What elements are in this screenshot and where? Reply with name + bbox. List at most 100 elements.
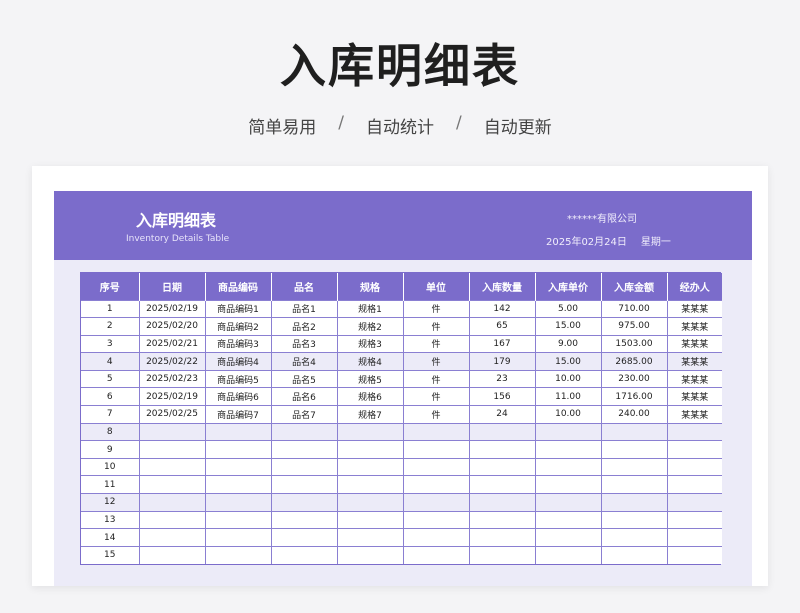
table-cell[interactable]: 件 [402, 387, 469, 406]
table-cell[interactable] [402, 457, 469, 476]
table-cell[interactable]: 品名7 [270, 405, 337, 424]
table-cell[interactable] [204, 510, 271, 529]
table-cell[interactable]: 10.00 [534, 405, 601, 424]
table-cell[interactable]: 9 [81, 440, 139, 459]
table-cell[interactable] [204, 475, 271, 494]
table-cell[interactable] [402, 422, 469, 441]
table-cell[interactable]: 975.00 [600, 317, 667, 336]
table-cell[interactable] [138, 422, 205, 441]
table-cell[interactable] [270, 510, 337, 529]
table-cell[interactable] [468, 457, 535, 476]
table-cell[interactable] [666, 440, 722, 459]
table-cell[interactable]: 商品编码6 [204, 387, 271, 406]
table-cell[interactable]: 品名4 [270, 352, 337, 371]
table-cell[interactable] [336, 545, 403, 564]
table-cell[interactable]: 2025/02/21 [138, 334, 205, 353]
table-cell[interactable] [600, 545, 667, 564]
table-cell[interactable]: 商品编码1 [204, 299, 271, 318]
table-cell[interactable]: 规格7 [336, 405, 403, 424]
table-cell[interactable] [468, 422, 535, 441]
table-cell[interactable] [270, 545, 337, 564]
table-cell[interactable] [138, 475, 205, 494]
table-cell[interactable]: 规格4 [336, 352, 403, 371]
table-cell[interactable]: 5.00 [534, 299, 601, 318]
table-cell[interactable]: 15.00 [534, 352, 601, 371]
table-cell[interactable] [600, 528, 667, 547]
table-cell[interactable]: 6 [81, 387, 139, 406]
table-cell[interactable] [336, 528, 403, 547]
table-cell[interactable]: 9.00 [534, 334, 601, 353]
table-cell[interactable] [666, 457, 722, 476]
table-cell[interactable] [534, 493, 601, 512]
table-cell[interactable]: 某某某 [666, 369, 722, 388]
table-cell[interactable] [534, 457, 601, 476]
table-cell[interactable] [468, 545, 535, 564]
table-cell[interactable]: 2025/02/19 [138, 387, 205, 406]
table-cell[interactable]: 8 [81, 422, 139, 441]
table-cell[interactable]: 件 [402, 369, 469, 388]
table-cell[interactable]: 品名1 [270, 299, 337, 318]
table-cell[interactable]: 2 [81, 317, 139, 336]
table-cell[interactable]: 规格3 [336, 334, 403, 353]
table-cell[interactable] [534, 440, 601, 459]
table-cell[interactable] [600, 510, 667, 529]
table-cell[interactable]: 11.00 [534, 387, 601, 406]
table-cell[interactable] [534, 475, 601, 494]
table-cell[interactable] [468, 528, 535, 547]
table-cell[interactable] [600, 457, 667, 476]
table-cell[interactable] [402, 545, 469, 564]
table-cell[interactable] [270, 440, 337, 459]
table-cell[interactable]: 24 [468, 405, 535, 424]
table-cell[interactable]: 某某某 [666, 317, 722, 336]
table-cell[interactable]: 156 [468, 387, 535, 406]
table-cell[interactable] [138, 510, 205, 529]
table-cell[interactable] [666, 528, 722, 547]
table-cell[interactable] [402, 475, 469, 494]
table-cell[interactable]: 品名5 [270, 369, 337, 388]
table-cell[interactable] [204, 493, 271, 512]
table-cell[interactable]: 7 [81, 405, 139, 424]
table-cell[interactable]: 品名2 [270, 317, 337, 336]
table-cell[interactable] [468, 510, 535, 529]
table-cell[interactable] [402, 510, 469, 529]
table-cell[interactable] [336, 440, 403, 459]
table-cell[interactable] [666, 493, 722, 512]
table-cell[interactable] [204, 545, 271, 564]
table-cell[interactable]: 品名6 [270, 387, 337, 406]
table-cell[interactable]: 某某某 [666, 387, 722, 406]
table-cell[interactable]: 商品编码4 [204, 352, 271, 371]
table-cell[interactable] [336, 422, 403, 441]
table-cell[interactable] [204, 528, 271, 547]
table-cell[interactable] [204, 457, 271, 476]
table-cell[interactable]: 23 [468, 369, 535, 388]
table-cell[interactable] [336, 475, 403, 494]
table-cell[interactable]: 2025/02/23 [138, 369, 205, 388]
table-cell[interactable] [204, 440, 271, 459]
table-cell[interactable]: 4 [81, 352, 139, 371]
table-cell[interactable]: 某某某 [666, 352, 722, 371]
table-cell[interactable]: 12 [81, 493, 139, 512]
table-cell[interactable] [666, 422, 722, 441]
table-cell[interactable]: 142 [468, 299, 535, 318]
table-cell[interactable]: 15 [81, 545, 139, 564]
table-cell[interactable] [402, 493, 469, 512]
table-cell[interactable]: 14 [81, 528, 139, 547]
table-cell[interactable]: 1 [81, 299, 139, 318]
table-cell[interactable] [138, 493, 205, 512]
table-cell[interactable]: 2025/02/20 [138, 317, 205, 336]
table-cell[interactable] [270, 493, 337, 512]
table-cell[interactable] [600, 422, 667, 441]
table-cell[interactable] [336, 493, 403, 512]
table-cell[interactable] [336, 457, 403, 476]
table-cell[interactable] [534, 528, 601, 547]
table-cell[interactable] [204, 422, 271, 441]
table-cell[interactable]: 2025/02/22 [138, 352, 205, 371]
table-cell[interactable]: 11 [81, 475, 139, 494]
table-cell[interactable]: 1716.00 [600, 387, 667, 406]
table-cell[interactable] [270, 528, 337, 547]
table-cell[interactable]: 10.00 [534, 369, 601, 388]
table-cell[interactable] [138, 457, 205, 476]
table-cell[interactable]: 1503.00 [600, 334, 667, 353]
table-cell[interactable]: 规格2 [336, 317, 403, 336]
table-cell[interactable]: 商品编码5 [204, 369, 271, 388]
